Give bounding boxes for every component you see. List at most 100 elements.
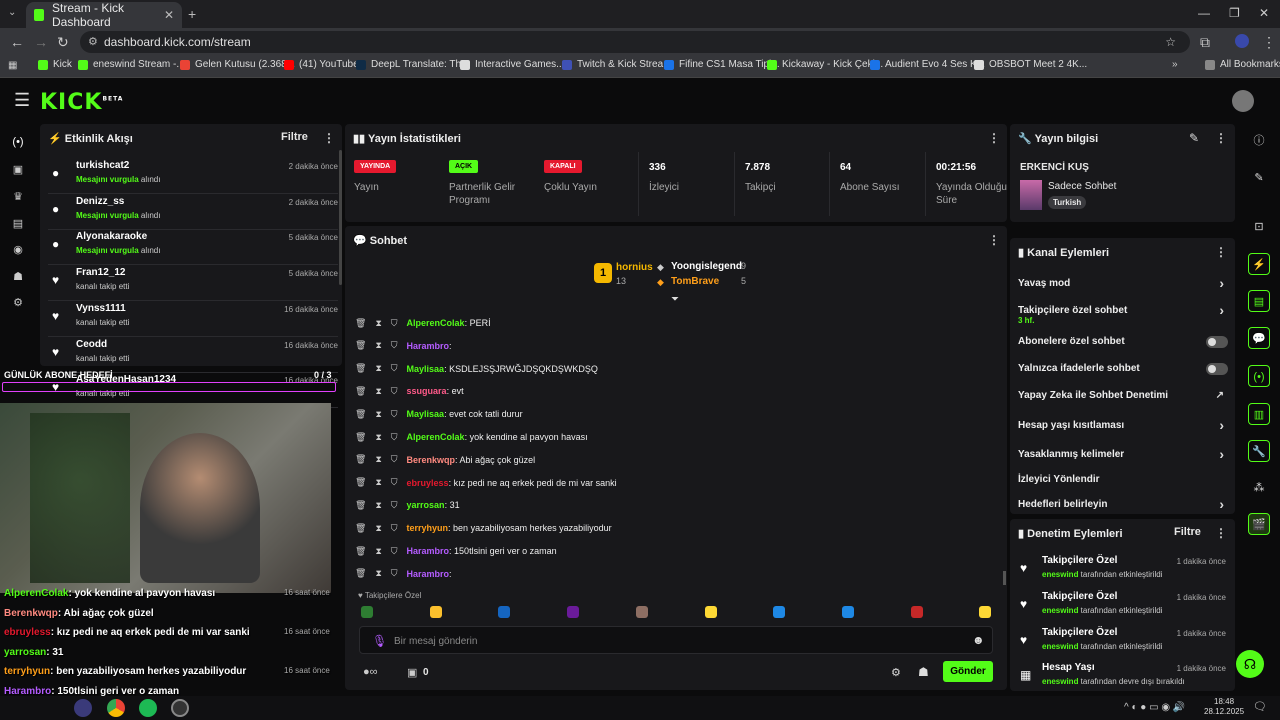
activity-username[interactable]: Ceodd [76, 339, 107, 350]
user-avatar[interactable] [1232, 90, 1254, 112]
share-icon[interactable]: ⁂ [1248, 477, 1270, 499]
emote-icon[interactable] [704, 606, 717, 618]
channel-action-item[interactable]: Yasaklanmış kelimeler › [1018, 446, 1228, 471]
emote-icon[interactable] [567, 606, 580, 618]
activity-username[interactable]: turkishcat2 [76, 160, 129, 171]
activity-item[interactable]: ● Alyonakaraoke Mesajını vurgula alındı 5 d… [48, 229, 338, 266]
kick-logo[interactable]: KICKBETA [40, 90, 123, 115]
timeout-icon[interactable]: ⧗ [375, 523, 381, 534]
timeout-icon[interactable]: ⧗ [375, 500, 381, 511]
mod-action-user[interactable]: eneswind [1042, 642, 1078, 651]
delete-message-icon[interactable]: 🗑 [355, 432, 366, 443]
site-info-icon[interactable]: ⚙ [88, 31, 98, 53]
activity-item[interactable]: ● turkishcat2 Mesajını vurgula alındı 2 dak… [48, 158, 338, 194]
points-icon[interactable]: ●∞ [363, 666, 378, 678]
close-tab-icon[interactable]: ✕ [164, 8, 174, 22]
activity-filter-button[interactable]: Filtre [281, 131, 308, 143]
mod-action-user[interactable]: eneswind [1042, 570, 1078, 579]
delete-message-icon[interactable]: 🗑 [355, 523, 366, 534]
more-bookmarks-icon[interactable]: » [1172, 59, 1178, 70]
activity-username[interactable]: Vynss1111 [76, 303, 126, 314]
edit-icon[interactable]: ✎ [1248, 167, 1270, 189]
apps-icon[interactable]: ▦ [8, 60, 17, 71]
timeout-icon[interactable]: ⧗ [375, 454, 381, 465]
browser-tab[interactable]: Stream - Kick Dashboard ✕ [26, 1, 182, 29]
emoji-icon[interactable]: ☻ [972, 633, 985, 647]
library-icon[interactable]: ▣ [11, 163, 25, 177]
activity-username[interactable]: Fran12_12 [76, 267, 125, 278]
mod-action-user[interactable]: eneswind [1042, 677, 1078, 686]
emote-icon[interactable] [910, 606, 923, 618]
chat-username[interactable]: ssuguara [407, 386, 447, 396]
chat-username[interactable]: Harambro [407, 341, 450, 351]
chat-more-icon[interactable]: ⋮ [988, 233, 1000, 247]
chat-username[interactable]: Berenkwqp [407, 455, 456, 465]
extensions-icon[interactable]: ⧉ [1200, 34, 1210, 51]
edit-pencil-icon[interactable]: ✎ [1189, 131, 1199, 145]
mod-filter-button[interactable]: Filtre [1174, 526, 1201, 538]
channel-actions-more-icon[interactable]: ⋮ [1215, 245, 1227, 259]
reload-icon[interactable]: ↻ [57, 34, 69, 51]
delete-message-icon[interactable]: 🗑 [355, 318, 366, 329]
tab-search-icon[interactable]: ⌄ [8, 7, 16, 18]
snapshot-icon[interactable]: ⊡ [1248, 216, 1270, 238]
trophy-icon[interactable]: ♛ [11, 190, 25, 204]
timeout-icon[interactable]: ⧗ [375, 318, 381, 329]
chat-settings-icon[interactable]: ⚙ [891, 666, 901, 679]
delete-message-icon[interactable]: 🗑 [355, 409, 366, 420]
emote-icon[interactable] [841, 606, 854, 618]
leaderboard-third-name[interactable]: TomBrave [671, 276, 719, 287]
stream-info-more-icon[interactable]: ⋮ [1215, 131, 1227, 145]
chat-users-icon[interactable]: ☗ [918, 665, 929, 679]
taskbar-date[interactable]: 28.12.2025 [1204, 707, 1244, 716]
layout-icon[interactable]: ▥ [1248, 403, 1270, 425]
emote-icon[interactable] [773, 606, 786, 618]
bookmark-item[interactable]: DeepL Translate: Th... [356, 59, 469, 70]
bookmark-item[interactable]: Gelen Kutusu (2.368... [180, 59, 295, 70]
chat-username[interactable]: terryhyun [407, 523, 449, 533]
address-bar[interactable]: ⚙ dashboard.kick.com/stream ☆ [80, 31, 1190, 53]
chrome-icon[interactable] [107, 699, 125, 717]
settings-gear-icon[interactable]: ⚙ [11, 296, 25, 310]
channel-action-item[interactable]: Hesap yaşı kısıtlaması › [1018, 417, 1228, 442]
notes-icon[interactable]: ▤ [1248, 290, 1270, 312]
analytics-icon[interactable]: ▤ [11, 217, 25, 231]
back-icon[interactable]: ← [10, 34, 24, 50]
timeout-icon[interactable]: ⧗ [375, 477, 381, 488]
toggle-switch[interactable] [1206, 363, 1228, 375]
close-window-icon[interactable]: ✕ [1259, 6, 1269, 20]
send-button[interactable]: Gönder [943, 661, 993, 682]
bookmark-item[interactable]: Twitch & Kick Strea... [562, 59, 671, 70]
channel-action-item[interactable]: Yalnızca ifadelerle sohbet [1018, 363, 1228, 385]
leaderboard-first-name[interactable]: hornius [616, 262, 653, 273]
emote-icon[interactable] [361, 606, 373, 618]
notifications-icon[interactable]: 🗨 [1253, 700, 1267, 713]
timeout-icon[interactable]: ⧗ [375, 546, 381, 557]
bookmark-item[interactable]: Audient Evo 4 Ses K... [870, 59, 985, 70]
emote-icon[interactable] [429, 606, 442, 618]
browser-menu-icon[interactable]: ⋮ [1262, 34, 1276, 51]
delete-message-icon[interactable]: 🗑 [355, 477, 366, 488]
delete-message-icon[interactable]: 🗑 [355, 454, 366, 465]
chat-username[interactable]: AlperenColak [407, 318, 465, 328]
timeout-icon[interactable]: ⧗ [375, 568, 381, 579]
minimize-icon[interactable]: — [1198, 6, 1210, 20]
delete-message-icon[interactable]: 🗑 [355, 340, 366, 351]
bookmark-star-icon[interactable]: ☆ [1165, 31, 1176, 53]
timeout-icon[interactable]: ⧗ [375, 386, 381, 397]
quick-action-bolt-icon[interactable]: ⚡ [1248, 253, 1270, 275]
mod-more-icon[interactable]: ⋮ [1215, 526, 1227, 540]
activity-username[interactable]: Alyonakaraoke [76, 231, 147, 242]
channel-action-item[interactable]: Takipçilere özel sohbet 3 hf. › [1018, 302, 1228, 327]
all-bookmarks[interactable]: All Bookmarks [1205, 59, 1280, 70]
delete-message-icon[interactable]: 🗑 [355, 546, 366, 557]
chat-username[interactable]: yarrosan [407, 500, 445, 510]
delete-message-icon[interactable]: 🗑 [355, 568, 366, 579]
spotify-icon[interactable] [139, 699, 157, 717]
bookmark-item[interactable]: Fifine CS1 Masa Tipi... [664, 59, 780, 70]
chat-scrollbar[interactable] [1003, 571, 1006, 585]
stats-more-icon[interactable]: ⋮ [988, 131, 1000, 145]
chat-input[interactable]: 🎙 Bir mesaj gönderin ☻ [359, 626, 993, 654]
toggle-switch[interactable] [1206, 336, 1228, 348]
tools-icon[interactable]: 🔧 [1248, 440, 1270, 462]
